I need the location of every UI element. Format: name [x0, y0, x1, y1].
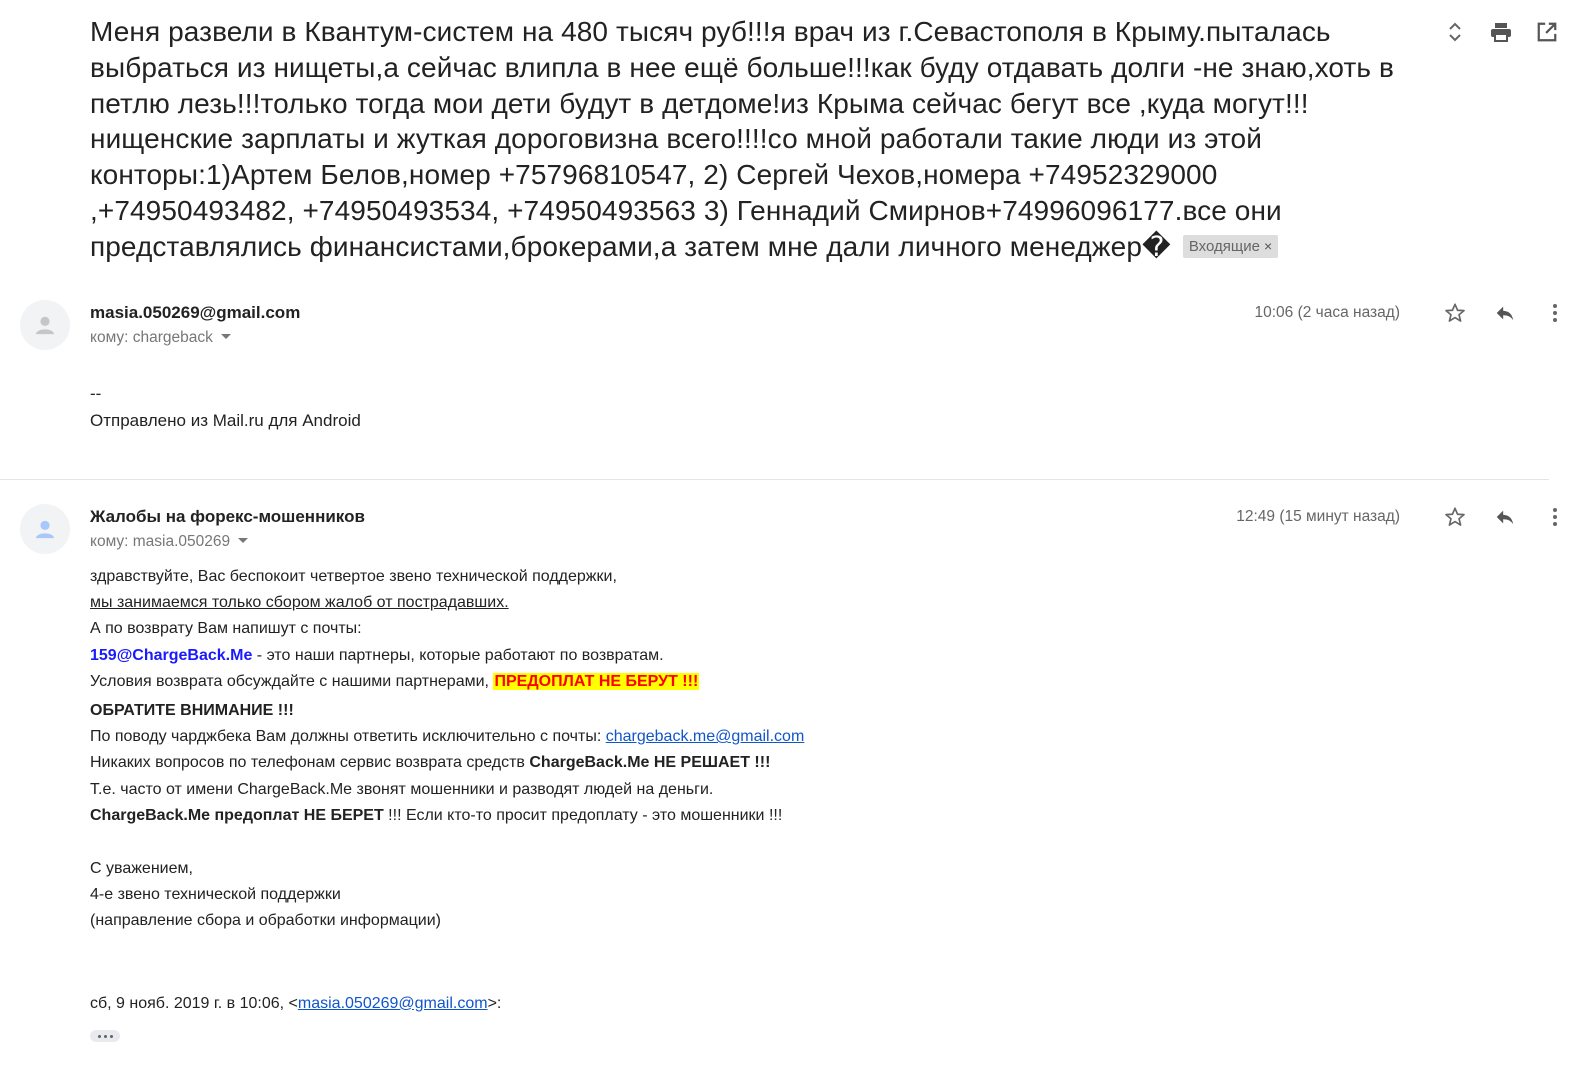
body-line: По поводу чарджбека Вам должны ответить … [90, 724, 1190, 750]
message-divider [0, 479, 1549, 480]
open-in-new-window-icon[interactable] [1535, 20, 1559, 44]
signature-line: 4-е звено технической поддержки [90, 886, 341, 904]
attention-heading: ОБРАТИТЕ ВНИМАНИЕ !!! [90, 702, 294, 720]
label-inbox-chip[interactable]: Входящие × [1182, 234, 1279, 258]
thread-toolbar [1443, 20, 1559, 44]
message-body: -- Отправлено из Mail.ru для Android [90, 380, 361, 434]
body-text: !!! Если кто-то просит предоплату - это … [383, 806, 783, 824]
message-body: здравствуйте, Вас беспокоит четвертое зв… [90, 564, 1190, 1017]
quote-prefix: сб, 9 нояб. 2019 г. в 10:06, < [90, 994, 298, 1012]
body-text: - это наши партнеры, которые работают по… [252, 646, 664, 664]
signature-separator: -- [90, 384, 102, 403]
body-text: Условия возврата обсуждайте с нашими пар… [90, 672, 494, 690]
partner-email: 159@ChargeBack.Me [90, 646, 253, 664]
star-icon[interactable] [1443, 505, 1467, 529]
bold-text: !!! [749, 754, 771, 772]
sender-name[interactable]: masia.050269@gmail.com [90, 303, 300, 323]
body-line: Никаких вопросов по телефонам сервис воз… [90, 750, 1190, 776]
sender-avatar[interactable] [20, 300, 70, 350]
label-inbox-text: Входящие [1188, 237, 1260, 255]
remove-label-icon[interactable]: × [1264, 238, 1272, 254]
message-time: 10:06 (2 часа назад) [1254, 304, 1401, 321]
body-line: мы занимаемся только сбором жалоб от пос… [90, 594, 509, 612]
no-prepayment-warning: ПРЕДОПЛАТ НЕ БЕРУТ !!! [493, 672, 700, 690]
quoted-sender-link[interactable]: masia.050269@gmail.com [298, 995, 488, 1012]
expand-collapse-icon[interactable] [1443, 20, 1467, 44]
chevron-down-icon[interactable] [220, 334, 231, 339]
chargeback-email-link[interactable]: chargeback.me@gmail.com [606, 728, 805, 745]
signature-line: (направление сбора и обработки информаци… [90, 912, 441, 930]
signature-text: Отправлено из Mail.ru для Android [90, 411, 361, 430]
body-line: А по возврату Вам напишут с почты: [90, 620, 362, 638]
email-subject: Меня развели в Квантум-систем на 480 тыс… [90, 14, 1400, 265]
bold-text: ChargeBack.Me предоплат НЕ БЕРЕТ [90, 806, 384, 824]
bold-text: ChargeBack.Me НЕ РЕШАЕТ [529, 754, 750, 772]
chevron-down-icon[interactable] [238, 538, 249, 543]
recipient-text: кому: masia.050269 [90, 533, 231, 550]
sender-avatar[interactable] [20, 504, 70, 554]
signature-line: С уважением, [90, 860, 193, 878]
recipient-line[interactable]: кому: chargeback [90, 329, 231, 347]
subject-text: Меня развели в Квантум-систем на 480 тыс… [90, 16, 1394, 262]
message-actions [1443, 505, 1567, 529]
body-line: Условия возврата обсуждайте с нашими пар… [90, 669, 1190, 695]
body-line: здравствуйте, Вас беспокоит четвертое зв… [90, 568, 617, 585]
body-line: ChargeBack.Me предоплат НЕ БЕРЕТ !!! Есл… [90, 803, 1190, 829]
print-icon[interactable] [1489, 20, 1513, 44]
message-time: 12:49 (15 минут назад) [1236, 508, 1400, 525]
reply-icon[interactable] [1493, 505, 1517, 529]
recipient-text: кому: chargeback [90, 329, 213, 346]
quote-header: сб, 9 нояб. 2019 г. в 10:06, <masia.0502… [90, 991, 1190, 1017]
sender-name[interactable]: Жалобы на форекс-мошенников [90, 507, 365, 527]
show-trimmed-content-button[interactable] [90, 1030, 120, 1042]
message-actions [1443, 301, 1567, 325]
body-line: 159@ChargeBack.Me - это наши партнеры, к… [90, 643, 1190, 669]
reply-icon[interactable] [1493, 301, 1517, 325]
body-text: По поводу чарджбека Вам должны ответить … [90, 728, 606, 746]
recipient-line[interactable]: кому: masia.050269 [90, 533, 249, 551]
body-text: Никаких вопросов по телефонам сервис воз… [90, 754, 530, 772]
quote-suffix: >: [487, 994, 502, 1012]
star-icon[interactable] [1443, 301, 1467, 325]
more-options-icon[interactable] [1543, 505, 1567, 529]
more-options-icon[interactable] [1543, 301, 1567, 325]
body-line: Т.е. часто от имени ChargeBack.Me звонят… [90, 780, 714, 798]
